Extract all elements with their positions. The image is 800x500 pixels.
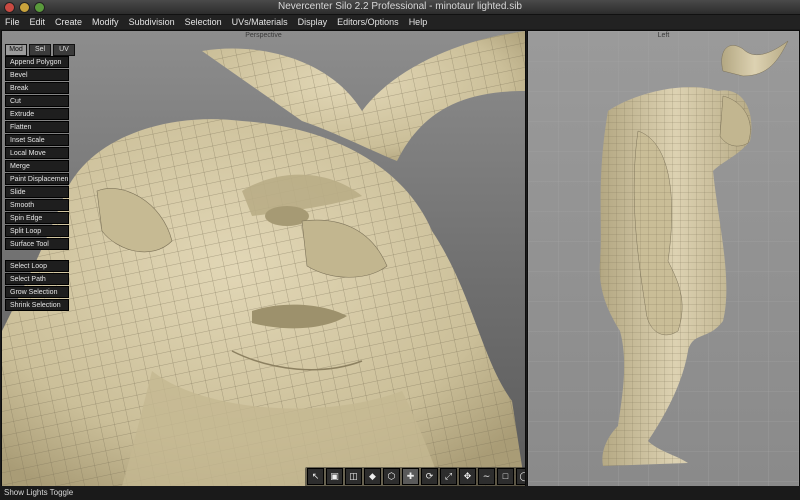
selection-tool-list: Select Loop Select Path Grow Selection S… [5,260,69,312]
bevel-button[interactable]: Bevel [5,69,69,81]
spin-edge-button[interactable]: Spin Edge [5,212,69,224]
inset-scale-button[interactable]: Inset Scale [5,134,69,146]
title-bar: Nevercenter Silo 2.2 Professional - mino… [0,0,800,15]
menu-display[interactable]: Display [293,15,333,29]
close-icon[interactable] [4,2,15,13]
universal-widget-icon[interactable]: ✥ [459,468,476,485]
marquee-select-icon[interactable]: □ [497,468,514,485]
merge-button[interactable]: Merge [5,160,69,172]
local-move-button[interactable]: Local Move [5,147,69,159]
menu-subdivision[interactable]: Subdivision [124,15,180,29]
perspective-viewport[interactable]: Perspective Mod Sel UV Append Polygon Be… [1,30,526,487]
cube-edge-icon[interactable]: ◫ [345,468,362,485]
surface-tool-button[interactable]: Surface Tool [5,238,69,250]
window-controls [4,2,45,13]
minotaur-side-model [528,31,799,486]
cube-face-icon[interactable]: ▣ [326,468,343,485]
menu-editors-options[interactable]: Editors/Options [332,15,404,29]
minimize-icon[interactable] [19,2,30,13]
menu-edit[interactable]: Edit [25,15,51,29]
select-arrow-icon[interactable]: ↖ [307,468,324,485]
menu-modify[interactable]: Modify [87,15,124,29]
tab-sel[interactable]: Sel [29,44,51,56]
append-polygon-button[interactable]: Append Polygon [5,56,69,68]
paint-displacement-button[interactable]: Paint Displacement [5,173,69,185]
tab-uv[interactable]: UV [53,44,75,56]
curve-tool-icon[interactable]: ∼ [478,468,495,485]
bottom-toolbar: ↖ ▣ ◫ ◆ ⬡ ✚ ⟳ ⤢ ✥ ∼ □ ◯ [305,467,525,486]
break-button[interactable]: Break [5,82,69,94]
viewport-label-left: Left [657,32,670,39]
viewport-label-perspective: Perspective [245,32,282,39]
cube-vertex-icon[interactable]: ◆ [364,468,381,485]
menu-selection[interactable]: Selection [180,15,227,29]
status-text: Show Lights Toggle [4,488,74,497]
menu-bar: File Edit Create Modify Subdivision Sele… [0,15,800,29]
cube-object-icon[interactable]: ⬡ [383,468,400,485]
tool-tabs: Mod Sel UV [5,44,75,56]
rotate-widget-icon[interactable]: ⟳ [421,468,438,485]
modify-tool-list: Append Polygon Bevel Break Cut Extrude F… [5,56,69,251]
zoom-icon[interactable] [34,2,45,13]
extrude-button[interactable]: Extrude [5,108,69,120]
left-viewport[interactable]: Left [527,30,800,487]
slide-button[interactable]: Slide [5,186,69,198]
minotaur-head-model [2,31,525,486]
grow-selection-button[interactable]: Grow Selection [5,286,69,298]
scale-widget-icon[interactable]: ⤢ [440,468,457,485]
menu-help[interactable]: Help [404,15,433,29]
window-title: Nevercenter Silo 2.2 Professional - mino… [277,1,522,12]
cut-button[interactable]: Cut [5,95,69,107]
flatten-button[interactable]: Flatten [5,121,69,133]
move-widget-icon[interactable]: ✚ [402,468,419,485]
menu-uvs-materials[interactable]: UVs/Materials [227,15,293,29]
menu-create[interactable]: Create [50,15,87,29]
smooth-button[interactable]: Smooth [5,199,69,211]
select-path-button[interactable]: Select Path [5,273,69,285]
tab-mod[interactable]: Mod [5,44,27,56]
split-loop-button[interactable]: Split Loop [5,225,69,237]
menu-file[interactable]: File [0,15,25,29]
lasso-select-icon[interactable]: ◯ [516,468,525,485]
status-bar: Show Lights Toggle [0,486,800,500]
select-loop-button[interactable]: Select Loop [5,260,69,272]
shrink-selection-button[interactable]: Shrink Selection [5,299,69,311]
